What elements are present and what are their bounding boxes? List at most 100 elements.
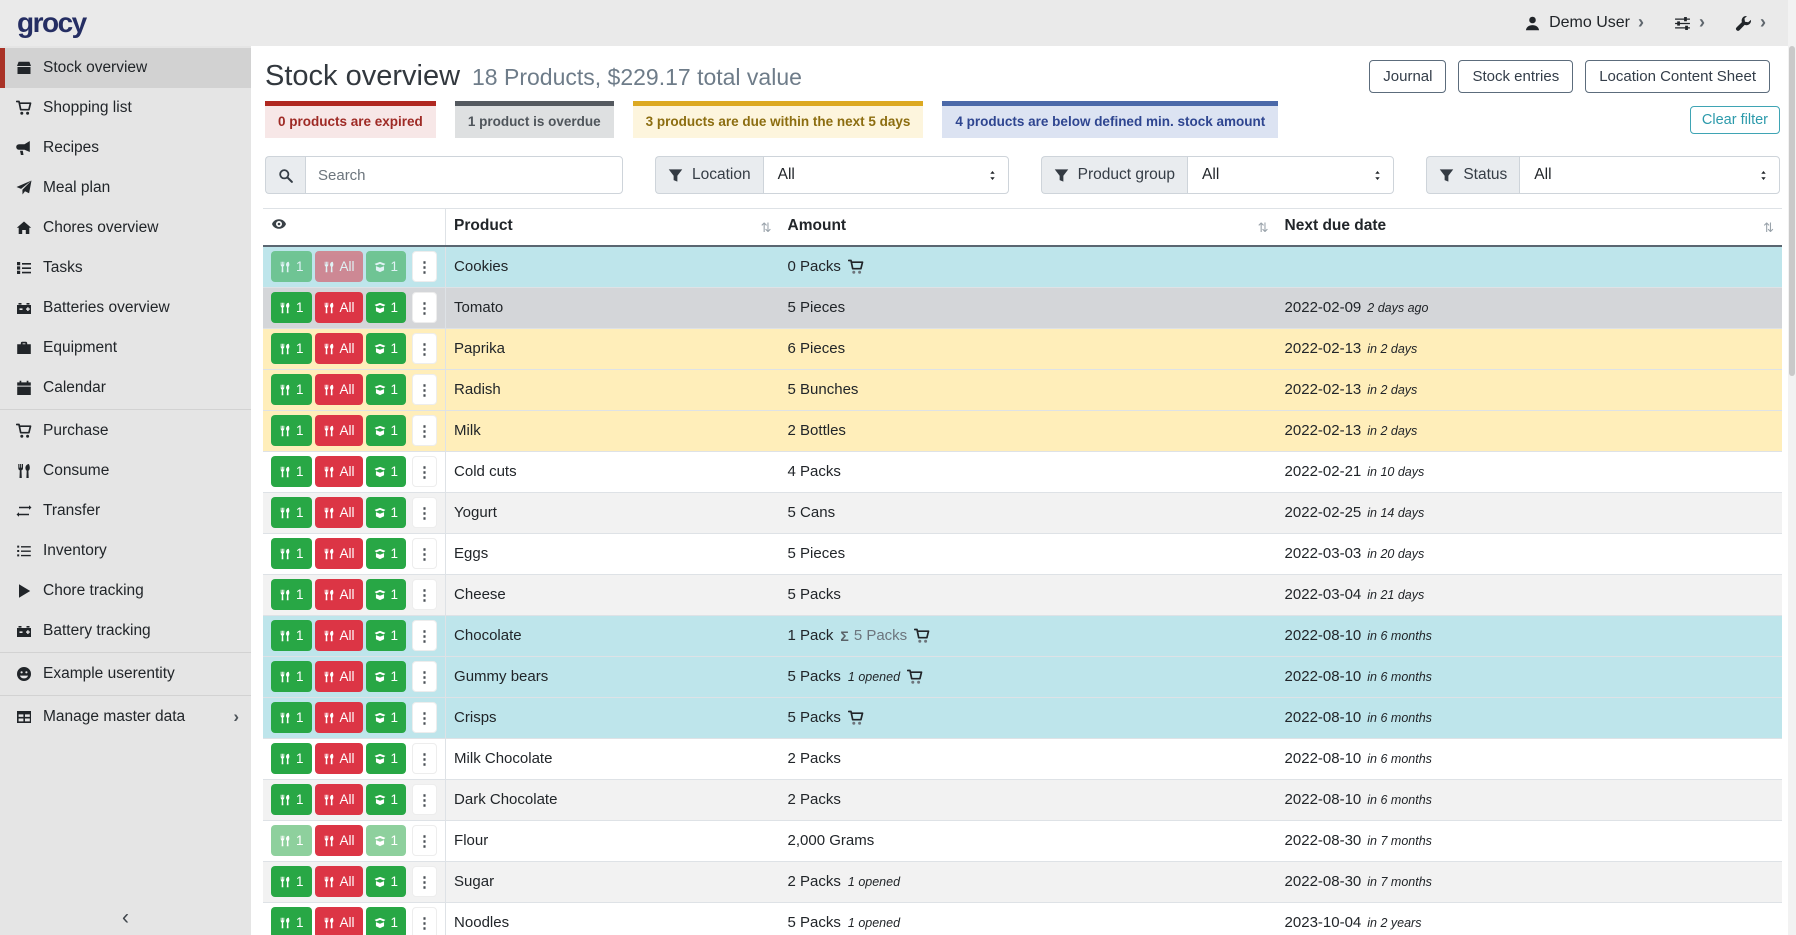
consume-one-button[interactable]: 1 [271,292,312,323]
consume-one-button[interactable]: 1 [271,907,312,935]
consume-all-button[interactable]: All [315,292,363,323]
sidebar-item-battery-tracking[interactable]: Battery tracking [0,611,251,651]
product-name[interactable]: Crisps [454,709,497,726]
row-menu-button[interactable]: ⋮ [412,661,437,692]
consume-all-button[interactable]: All [315,497,363,528]
status-chip[interactable]: 4 products are below defined min. stock … [942,101,1278,138]
open-one-button[interactable]: 1 [366,579,407,610]
consume-all-button[interactable]: All [315,784,363,815]
user-menu[interactable]: Demo User › [1524,14,1644,32]
product-name[interactable]: Cold cuts [454,463,517,480]
row-menu-button[interactable]: ⋮ [412,907,437,935]
open-one-button[interactable]: 1 [366,374,407,405]
consume-one-button[interactable]: 1 [271,538,312,569]
consume-one-button[interactable]: 1 [271,866,312,897]
consume-all-button[interactable]: All [315,333,363,364]
eye-icon[interactable] [271,216,287,232]
row-menu-button[interactable]: ⋮ [412,497,437,528]
row-menu-button[interactable]: ⋮ [412,702,437,733]
product-name[interactable]: Noodles [454,914,509,931]
product-name[interactable]: Milk Chocolate [454,750,552,767]
row-menu-button[interactable]: ⋮ [412,743,437,774]
consume-all-button[interactable]: All [315,374,363,405]
sidebar-item-consume[interactable]: Consume [0,451,251,491]
sidebar-item-batteries-overview[interactable]: Batteries overview [0,288,251,328]
product-name[interactable]: Cheese [454,586,506,603]
consume-one-button[interactable]: 1 [271,251,312,282]
open-one-button[interactable]: 1 [366,497,407,528]
consume-one-button[interactable]: 1 [271,374,312,405]
consume-all-button[interactable]: All [315,825,363,856]
product-name[interactable]: Gummy bears [454,668,548,685]
sidebar-item-meal-plan[interactable]: Meal plan [0,168,251,208]
sidebar-item-calendar[interactable]: Calendar [0,368,251,408]
product-name[interactable]: Sugar [454,873,494,890]
filter-select[interactable]: All [1519,156,1780,194]
open-one-button[interactable]: 1 [366,251,407,282]
open-one-button[interactable]: 1 [366,456,407,487]
column-header-next-due-date[interactable]: Next due date ⇅ [1277,209,1782,247]
status-chip[interactable]: 3 products are due within the next 5 day… [633,101,924,138]
open-one-button[interactable]: 1 [366,661,407,692]
scrollbar[interactable] [1788,0,1796,935]
open-one-button[interactable]: 1 [366,866,407,897]
sidebar-item-manage-master-data[interactable]: Manage master data › [0,697,251,737]
consume-one-button[interactable]: 1 [271,579,312,610]
sidebar-item-purchase[interactable]: Purchase [0,411,251,451]
open-one-button[interactable]: 1 [366,415,407,446]
sidebar-item-stock-overview[interactable]: Stock overview [0,48,251,88]
product-name[interactable]: Flour [454,832,488,849]
consume-all-button[interactable]: All [315,620,363,651]
journal-button[interactable]: Journal [1369,60,1446,93]
row-menu-button[interactable]: ⋮ [412,784,437,815]
consume-all-button[interactable]: All [315,251,363,282]
consume-one-button[interactable]: 1 [271,743,312,774]
admin-tools-menu[interactable]: › [1735,15,1766,32]
open-one-button[interactable]: 1 [366,702,407,733]
sidebar-item-recipes[interactable]: Recipes [0,128,251,168]
filter-select[interactable]: All [763,156,1009,194]
row-menu-button[interactable]: ⋮ [412,251,437,282]
sidebar-item-equipment[interactable]: Equipment [0,328,251,368]
consume-one-button[interactable]: 1 [271,415,312,446]
filter-select[interactable]: All [1187,156,1394,194]
consume-one-button[interactable]: 1 [271,620,312,651]
consume-one-button[interactable]: 1 [271,784,312,815]
sidebar-item-shopping-list[interactable]: Shopping list [0,88,251,128]
sidebar-item-inventory[interactable]: Inventory [0,531,251,571]
consume-all-button[interactable]: All [315,415,363,446]
status-chip[interactable]: 0 products are expired [265,101,436,138]
row-menu-button[interactable]: ⋮ [412,825,437,856]
consume-one-button[interactable]: 1 [271,456,312,487]
consume-one-button[interactable]: 1 [271,661,312,692]
sidebar-item-chores-overview[interactable]: Chores overview [0,208,251,248]
consume-one-button[interactable]: 1 [271,497,312,528]
open-one-button[interactable]: 1 [366,538,407,569]
open-one-button[interactable]: 1 [366,333,407,364]
status-chip[interactable]: 1 product is overdue [455,101,614,138]
search-input[interactable] [305,156,623,194]
row-menu-button[interactable]: ⋮ [412,456,437,487]
clear-filter-button[interactable]: Clear filter [1690,106,1780,134]
product-name[interactable]: Eggs [454,545,488,562]
row-menu-button[interactable]: ⋮ [412,374,437,405]
open-one-button[interactable]: 1 [366,620,407,651]
consume-all-button[interactable]: All [315,866,363,897]
row-menu-button[interactable]: ⋮ [412,292,437,323]
consume-all-button[interactable]: All [315,702,363,733]
consume-one-button[interactable]: 1 [271,702,312,733]
column-header-amount[interactable]: Amount ⇅ [780,209,1277,247]
consume-all-button[interactable]: All [315,743,363,774]
open-one-button[interactable]: 1 [366,907,407,935]
product-name[interactable]: Milk [454,422,481,439]
row-menu-button[interactable]: ⋮ [412,620,437,651]
consume-all-button[interactable]: All [315,538,363,569]
consume-one-button[interactable]: 1 [271,333,312,364]
stock-entries-button[interactable]: Stock entries [1458,60,1573,93]
settings-menu[interactable]: › [1674,15,1705,32]
product-name[interactable]: Radish [454,381,501,398]
open-one-button[interactable]: 1 [366,784,407,815]
row-menu-button[interactable]: ⋮ [412,333,437,364]
open-one-button[interactable]: 1 [366,743,407,774]
sidebar-item-chore-tracking[interactable]: Chore tracking [0,571,251,611]
